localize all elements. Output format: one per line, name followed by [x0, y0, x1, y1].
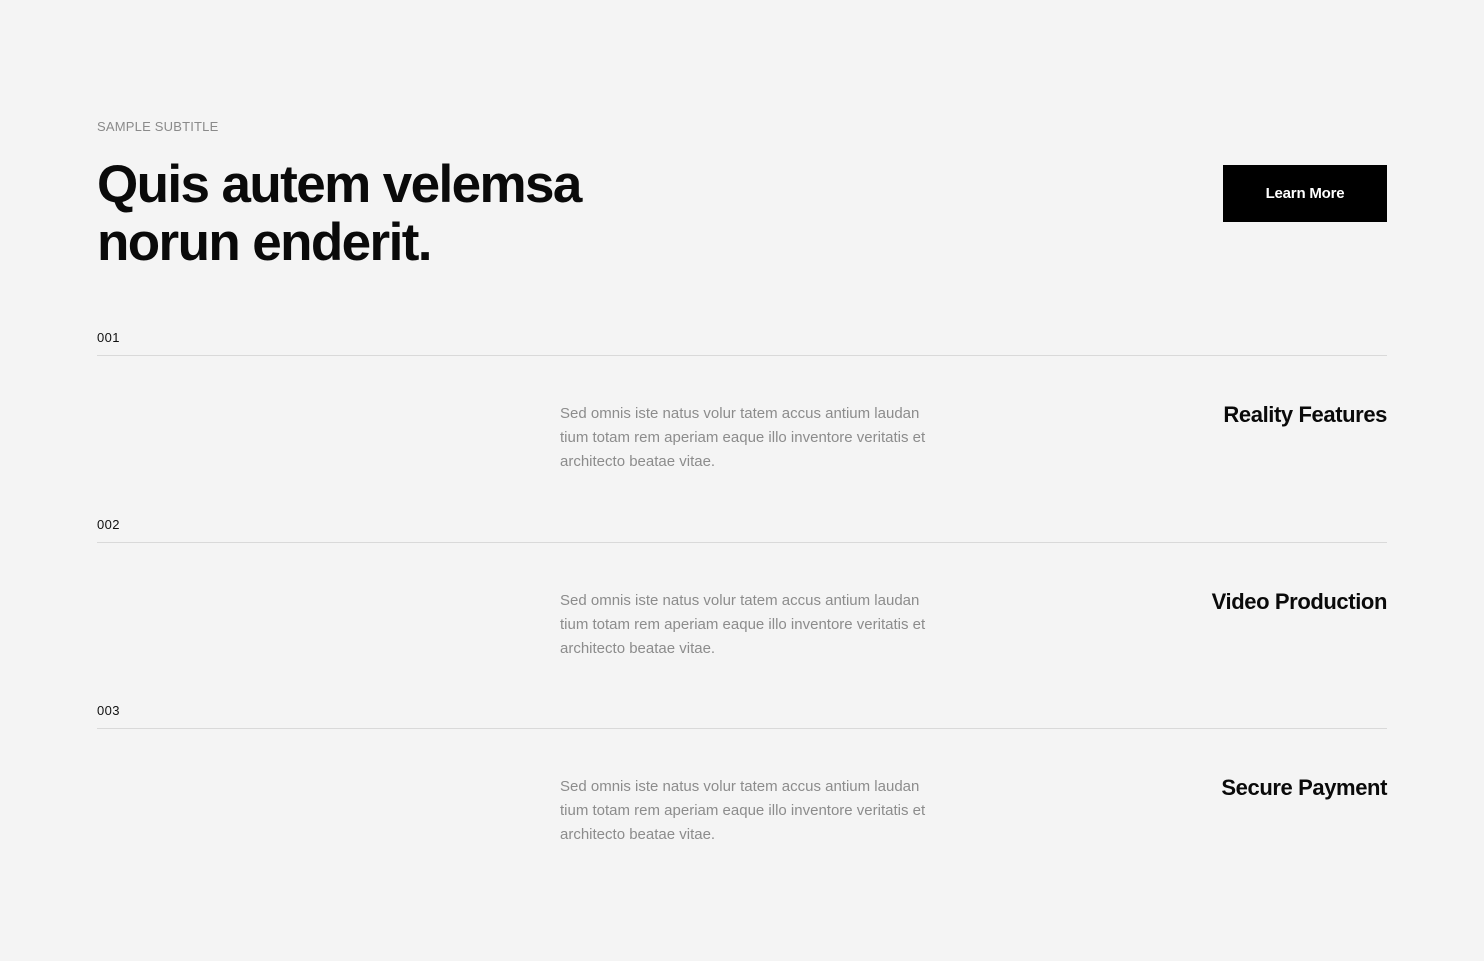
divider: [97, 728, 1387, 729]
service-item: 001 Sed omnis iste natus volur tatem acc…: [97, 330, 1387, 490]
service-item: 002 Sed omnis iste natus volur tatem acc…: [97, 517, 1387, 677]
item-description: Sed omnis iste natus volur tatem accus a…: [560, 405, 926, 470]
item-title: Video Production: [1211, 589, 1388, 614]
item-description: Sed omnis iste natus volur tatem accus a…: [560, 592, 926, 657]
divider: [97, 355, 1387, 356]
service-item: 003 Sed omnis iste natus volur tatem acc…: [97, 703, 1387, 863]
item-number: 002: [97, 517, 120, 532]
learn-more-button[interactable]: Learn More: [1223, 165, 1387, 222]
services-section: SAMPLE SUBTITLE Quis autem velemsa norun…: [97, 0, 1387, 961]
item-description: Sed omnis iste natus volur tatem accus a…: [560, 778, 926, 843]
section-subtitle: SAMPLE SUBTITLE: [97, 119, 219, 134]
item-title: Secure Payment: [1221, 775, 1387, 800]
item-title: Reality Features: [1223, 402, 1387, 427]
section-headline: Quis autem velemsa norun enderit.: [97, 155, 582, 272]
item-number: 003: [97, 703, 120, 718]
item-number: 001: [97, 330, 120, 345]
divider: [97, 542, 1387, 543]
